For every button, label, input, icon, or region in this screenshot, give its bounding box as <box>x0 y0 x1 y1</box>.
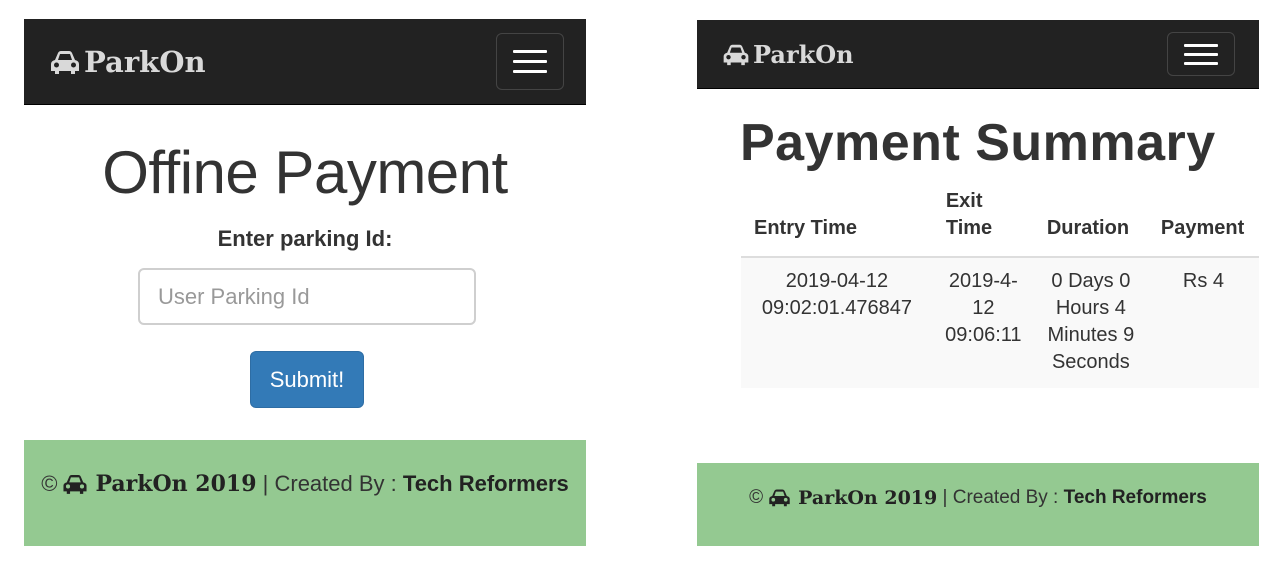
hamburger-menu-icon <box>513 50 547 53</box>
payment-summary-table: Entry Time Exit Time Duration Payment 20… <box>741 188 1259 388</box>
header-payment: Payment <box>1147 188 1259 258</box>
footer-brand: ParkOn 2019 <box>95 471 257 497</box>
hamburger-menu-icon <box>1184 43 1218 47</box>
payment-summary-screen: ParkOn Payment Summary Entry Time Exit T… <box>697 0 1259 563</box>
car-icon <box>51 51 79 74</box>
navbar-brand[interactable]: ParkOn <box>48 45 206 79</box>
header-exit-time: Exit Time <box>932 188 1034 258</box>
footer-author: Tech Reformers <box>402 471 569 496</box>
menu-toggle-button[interactable] <box>496 33 564 90</box>
hamburger-line <box>1184 61 1218 65</box>
navbar-brand[interactable]: ParkOn <box>721 40 854 69</box>
footer: © ParkOn 2019 | Created By : Tech Reform… <box>24 440 586 546</box>
navbar: ParkOn <box>697 20 1259 89</box>
car-icon <box>63 474 87 494</box>
cell-payment: Rs 4 <box>1147 257 1259 388</box>
footer-separator-text: | Created By : <box>262 471 397 496</box>
parking-id-label: Enter parking Id: <box>217 226 393 251</box>
header-entry-time: Entry Time <box>741 188 933 258</box>
car-icon <box>769 489 790 507</box>
table-header-row: Entry Time Exit Time Duration Payment <box>741 188 1259 258</box>
copyright-symbol: © <box>41 471 58 496</box>
header-duration: Duration <box>1033 188 1148 258</box>
table-row: 2019-04-12 09:02:01.476847 2019-4-12 09:… <box>741 257 1259 388</box>
navbar: ParkOn <box>24 19 586 105</box>
page-title: Payment Summary <box>740 114 1216 172</box>
footer-brand: ParkOn 2019 <box>798 486 938 509</box>
menu-toggle-button[interactable] <box>1167 32 1235 76</box>
parking-id-input[interactable] <box>138 268 476 325</box>
brand-name: ParkOn <box>753 40 854 69</box>
submit-button[interactable]: Submit! <box>250 351 364 408</box>
cell-entry-time: 2019-04-12 09:02:01.476847 <box>741 257 933 388</box>
footer-separator: | Created By : <box>257 471 403 497</box>
offline-payment-screen: ParkOn Offine Payment Enter parking Id: … <box>24 0 586 563</box>
footer-separator-text: | Created By : <box>942 486 1059 508</box>
footer-author: Tech Reformers <box>1063 486 1207 508</box>
hamburger-line <box>1184 52 1218 56</box>
cell-duration: 0 Days 0 Hours 4 Minutes 9 Seconds <box>1033 257 1148 388</box>
page-title: Offine Payment <box>102 139 508 206</box>
footer: © ParkOn 2019 | Created By : Tech Reform… <box>697 463 1259 546</box>
copyright-symbol: © <box>749 486 764 508</box>
car-icon <box>723 44 749 66</box>
footer-separator: | Created By : <box>937 487 1063 509</box>
brand-name: ParkOn <box>84 45 206 79</box>
hamburger-line <box>513 70 547 73</box>
cell-exit-time: 2019-4-12 09:06:11 <box>932 257 1034 388</box>
hamburger-line <box>513 60 547 63</box>
